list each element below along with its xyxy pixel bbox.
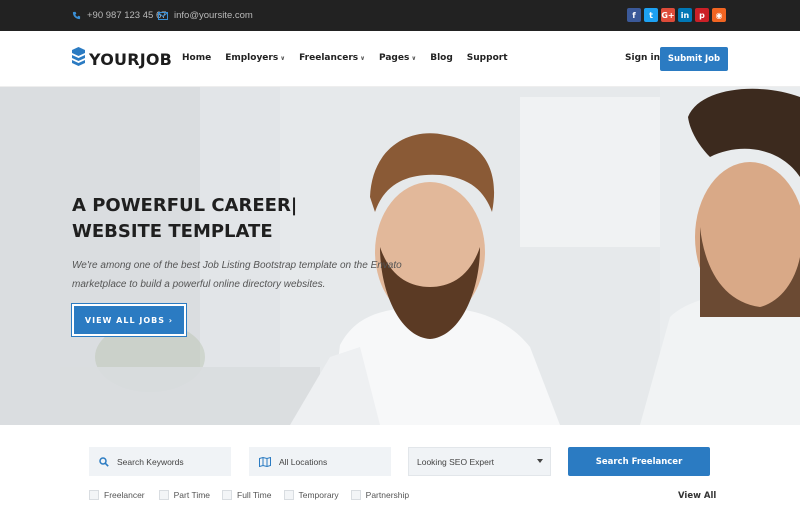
view-all-link[interactable]: View All	[678, 491, 716, 501]
nav-item-employers[interactable]: Employers ∨	[225, 53, 285, 63]
facebook-icon[interactable]: f	[627, 8, 641, 22]
job-type-filters: Freelancer Part Time Full Time Temporary Par…	[89, 490, 409, 500]
top-bar: +90 987 123 45 67 info@yoursite.com f t G+…	[0, 0, 800, 31]
filter-label: Freelancer	[104, 490, 145, 500]
hero-banner: A POWERFUL CAREER| WEBSITE TEMPLATE We'r…	[0, 87, 800, 425]
phone-icon	[72, 11, 81, 20]
logo[interactable]: YOURJOB	[72, 47, 172, 72]
checkbox-box[interactable]	[350, 490, 361, 500]
search-freelancer-button[interactable]: Search Freelancer	[568, 447, 710, 476]
nav-item-label: Pages	[379, 53, 410, 63]
site-header: YOURJOB Home Employers ∨ Freelancers ∨ Pages ∨…	[0, 31, 800, 87]
category-select-value: Looking SEO Expert	[417, 456, 495, 467]
checkbox-box[interactable]	[158, 490, 169, 500]
email-address: info@yoursite.com	[174, 10, 253, 21]
search-keywords-input[interactable]: Search Keywords	[89, 447, 231, 476]
search-keywords-placeholder: Search Keywords	[117, 456, 184, 467]
map-icon	[259, 456, 271, 467]
nav-item-blog[interactable]: Blog	[430, 53, 453, 63]
contact-phone[interactable]: +90 987 123 45 67	[72, 0, 167, 31]
nav-item-label: Freelancers	[299, 53, 359, 63]
search-icon	[99, 456, 109, 467]
filter-label: Full Time	[237, 490, 272, 500]
contact-email[interactable]: info@yoursite.com	[158, 0, 253, 31]
location-input[interactable]: All Locations	[249, 447, 391, 476]
google-plus-icon[interactable]: G+	[661, 8, 675, 22]
filter-checkbox-freelancer[interactable]: Freelancer	[89, 490, 145, 500]
checkbox-box[interactable]	[89, 490, 99, 500]
location-placeholder: All Locations	[279, 456, 328, 467]
nav-item-freelancers[interactable]: Freelancers ∨	[299, 53, 365, 63]
hero-description: We're among one of the best Job Listing …	[72, 260, 402, 290]
checkbox-box[interactable]	[283, 490, 294, 500]
chevron-down-icon: ∨	[360, 54, 365, 62]
twitter-icon[interactable]: t	[644, 8, 658, 22]
filter-checkbox-full-time[interactable]: Full Time	[222, 490, 272, 500]
linkedin-icon[interactable]: in	[678, 8, 692, 22]
hero-title: A POWERFUL CAREER| WEBSITE TEMPLATE	[72, 195, 298, 242]
main-nav: Home Employers ∨ Freelancers ∨ Pages ∨ Blog Supp…	[182, 53, 522, 63]
search-section: Search Keywords All Locations Looking SE…	[0, 425, 800, 526]
chevron-down-icon: ∨	[280, 54, 286, 62]
nav-item-label: Support	[466, 53, 508, 63]
social-links: f t G+ in p ◉	[627, 8, 726, 22]
sign-in-link[interactable]: Sign in	[625, 53, 660, 63]
chevron-down-icon: ∨	[411, 54, 417, 62]
caret-down-icon	[537, 459, 543, 463]
nav-item-label: Blog	[430, 53, 453, 63]
filter-label: Part Time	[173, 490, 211, 500]
nav-item-label: Home	[182, 53, 212, 63]
nav-item-home[interactable]: Home	[182, 53, 211, 63]
logo-text: YOURJOB	[89, 50, 173, 69]
phone-number: +90 987 123 45 67	[87, 10, 167, 21]
rss-icon[interactable]: ◉	[712, 8, 726, 22]
view-all-jobs-button[interactable]: VIEW ALL JOBS ›	[71, 303, 187, 337]
filter-label: Partnership	[365, 490, 410, 500]
nav-item-support[interactable]: Support	[467, 53, 508, 63]
nav-item-label: Employers	[225, 53, 279, 63]
nav-item-pages[interactable]: Pages ∨	[379, 53, 416, 63]
filter-checkbox-partnership[interactable]: Partnership	[350, 490, 410, 500]
filter-checkbox-temporary[interactable]: Temporary	[283, 490, 339, 500]
pinterest-icon[interactable]: p	[695, 8, 709, 22]
submit-job-button[interactable]: Submit Job	[660, 47, 728, 71]
logo-icon	[72, 47, 85, 72]
filter-checkbox-part-time[interactable]: Part Time	[158, 490, 211, 500]
checkbox-box[interactable]	[222, 490, 233, 500]
category-select[interactable]: Looking SEO Expert	[408, 447, 551, 476]
envelope-icon	[158, 11, 168, 20]
filter-label: Temporary	[298, 490, 339, 500]
